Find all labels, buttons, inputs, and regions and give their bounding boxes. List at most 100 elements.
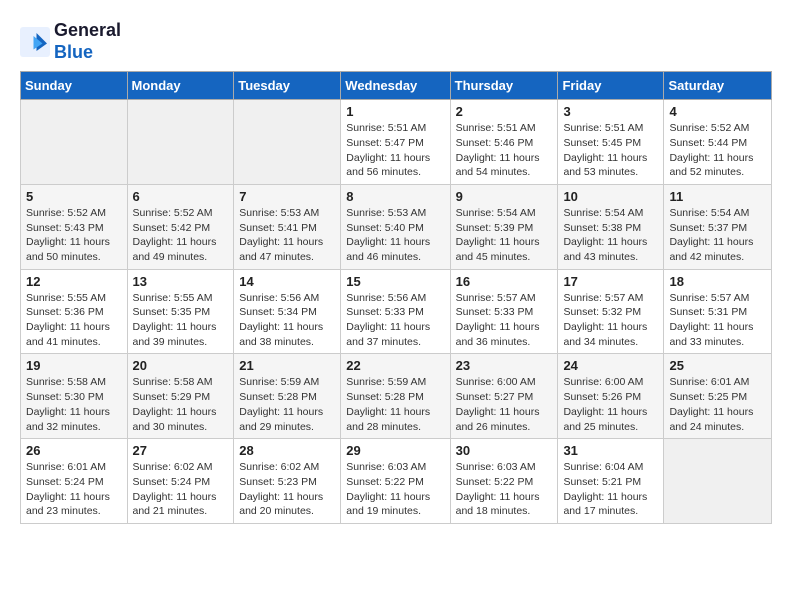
day-number: 25 <box>669 358 766 373</box>
calendar-cell: 24 Sunrise: 6:00 AM Sunset: 5:26 PM Dayli… <box>558 354 664 439</box>
calendar-cell: 20Sunrise: 5:58 AM Sunset: 5:29 PM Dayli… <box>127 354 234 439</box>
calendar-week: 5Sunrise: 5:52 AM Sunset: 5:43 PM Daylig… <box>21 184 772 269</box>
day-number: 22 <box>346 358 444 373</box>
calendar-cell: 27 Sunrise: 6:02 AM Sunset: 5:24 PM Dayli… <box>127 439 234 524</box>
calendar-cell: 22 Sunrise: 5:59 AM Sunset: 5:28 PM Dayli… <box>341 354 450 439</box>
weekday-header: Saturday <box>664 72 772 100</box>
day-info: Sunrise: 6:03 AM Sunset: 5:22 PM Dayligh… <box>346 460 444 519</box>
day-number: 10 <box>563 189 658 204</box>
calendar-cell: 18Sunrise: 5:57 AM Sunset: 5:31 PM Dayli… <box>664 269 772 354</box>
day-info: Sunrise: 5:52 AM Sunset: 5:42 PM Dayligh… <box>133 206 229 265</box>
day-number: 30 <box>456 443 553 458</box>
calendar-cell: 30Sunrise: 6:03 AM Sunset: 5:22 PM Dayli… <box>450 439 558 524</box>
day-info: Sunrise: 5:55 AM Sunset: 5:36 PM Dayligh… <box>26 291 122 350</box>
day-info: Sunrise: 5:57 AM Sunset: 5:32 PM Dayligh… <box>563 291 658 350</box>
day-info: Sunrise: 5:54 AM Sunset: 5:39 PM Dayligh… <box>456 206 553 265</box>
day-number: 24 <box>563 358 658 373</box>
calendar-cell: 2 Sunrise: 5:51 AM Sunset: 5:46 PM Daylig… <box>450 100 558 185</box>
day-number: 6 <box>133 189 229 204</box>
weekday-header: Sunday <box>21 72 128 100</box>
calendar-cell: 11Sunrise: 5:54 AM Sunset: 5:37 PM Dayli… <box>664 184 772 269</box>
day-number: 21 <box>239 358 335 373</box>
day-info: Sunrise: 5:54 AM Sunset: 5:38 PM Dayligh… <box>563 206 658 265</box>
day-number: 9 <box>456 189 553 204</box>
day-info: Sunrise: 5:53 AM Sunset: 5:40 PM Dayligh… <box>346 206 444 265</box>
calendar-cell: 31 Sunrise: 6:04 AM Sunset: 5:21 PM Dayli… <box>558 439 664 524</box>
calendar-cell: 6 Sunrise: 5:52 AM Sunset: 5:42 PM Daylig… <box>127 184 234 269</box>
calendar-cell: 25 Sunrise: 6:01 AM Sunset: 5:25 PM Dayli… <box>664 354 772 439</box>
calendar-cell: 7 Sunrise: 5:53 AM Sunset: 5:41 PM Daylig… <box>234 184 341 269</box>
calendar-cell <box>234 100 341 185</box>
day-info: Sunrise: 6:00 AM Sunset: 5:27 PM Dayligh… <box>456 375 553 434</box>
day-info: Sunrise: 6:00 AM Sunset: 5:26 PM Dayligh… <box>563 375 658 434</box>
day-info: Sunrise: 6:01 AM Sunset: 5:25 PM Dayligh… <box>669 375 766 434</box>
calendar-body: 1 Sunrise: 5:51 AM Sunset: 5:47 PM Daylig… <box>21 100 772 524</box>
day-info: Sunrise: 5:59 AM Sunset: 5:28 PM Dayligh… <box>346 375 444 434</box>
calendar-cell: 10 Sunrise: 5:54 AM Sunset: 5:38 PM Dayli… <box>558 184 664 269</box>
day-number: 1 <box>346 104 444 119</box>
day-info: Sunrise: 5:52 AM Sunset: 5:43 PM Dayligh… <box>26 206 122 265</box>
day-info: Sunrise: 6:01 AM Sunset: 5:24 PM Dayligh… <box>26 460 122 519</box>
weekday-header: Thursday <box>450 72 558 100</box>
calendar-cell: 5Sunrise: 5:52 AM Sunset: 5:43 PM Daylig… <box>21 184 128 269</box>
day-number: 8 <box>346 189 444 204</box>
day-info: Sunrise: 5:57 AM Sunset: 5:33 PM Dayligh… <box>456 291 553 350</box>
calendar-cell: 3Sunrise: 5:51 AM Sunset: 5:45 PM Daylig… <box>558 100 664 185</box>
day-info: Sunrise: 5:53 AM Sunset: 5:41 PM Dayligh… <box>239 206 335 265</box>
day-number: 19 <box>26 358 122 373</box>
day-number: 18 <box>669 274 766 289</box>
day-number: 4 <box>669 104 766 119</box>
calendar-cell: 14 Sunrise: 5:56 AM Sunset: 5:34 PM Dayli… <box>234 269 341 354</box>
calendar-cell: 8 Sunrise: 5:53 AM Sunset: 5:40 PM Daylig… <box>341 184 450 269</box>
page: General Blue SundayMondayTuesdayWednesda… <box>0 0 792 534</box>
day-number: 27 <box>133 443 229 458</box>
calendar-cell: 1 Sunrise: 5:51 AM Sunset: 5:47 PM Daylig… <box>341 100 450 185</box>
day-info: Sunrise: 5:52 AM Sunset: 5:44 PM Dayligh… <box>669 121 766 180</box>
day-info: Sunrise: 6:02 AM Sunset: 5:24 PM Dayligh… <box>133 460 229 519</box>
day-number: 15 <box>346 274 444 289</box>
calendar-cell: 15 Sunrise: 5:56 AM Sunset: 5:33 PM Dayli… <box>341 269 450 354</box>
day-info: Sunrise: 5:56 AM Sunset: 5:33 PM Dayligh… <box>346 291 444 350</box>
header: General Blue <box>20 20 772 63</box>
weekday-header: Wednesday <box>341 72 450 100</box>
calendar-cell: 21 Sunrise: 5:59 AM Sunset: 5:28 PM Dayli… <box>234 354 341 439</box>
day-number: 29 <box>346 443 444 458</box>
day-number: 12 <box>26 274 122 289</box>
day-info: Sunrise: 5:56 AM Sunset: 5:34 PM Dayligh… <box>239 291 335 350</box>
calendar-cell <box>127 100 234 185</box>
calendar-cell: 23 Sunrise: 6:00 AM Sunset: 5:27 PM Dayli… <box>450 354 558 439</box>
calendar-cell: 17Sunrise: 5:57 AM Sunset: 5:32 PM Dayli… <box>558 269 664 354</box>
day-info: Sunrise: 5:55 AM Sunset: 5:35 PM Dayligh… <box>133 291 229 350</box>
day-info: Sunrise: 6:02 AM Sunset: 5:23 PM Dayligh… <box>239 460 335 519</box>
weekday-row: SundayMondayTuesdayWednesdayThursdayFrid… <box>21 72 772 100</box>
calendar-cell <box>21 100 128 185</box>
calendar-cell: 12 Sunrise: 5:55 AM Sunset: 5:36 PM Dayli… <box>21 269 128 354</box>
day-info: Sunrise: 5:59 AM Sunset: 5:28 PM Dayligh… <box>239 375 335 434</box>
day-number: 2 <box>456 104 553 119</box>
calendar-cell: 19 Sunrise: 5:58 AM Sunset: 5:30 PM Dayli… <box>21 354 128 439</box>
day-info: Sunrise: 5:58 AM Sunset: 5:29 PM Dayligh… <box>133 375 229 434</box>
calendar-cell: 13 Sunrise: 5:55 AM Sunset: 5:35 PM Dayli… <box>127 269 234 354</box>
day-info: Sunrise: 5:54 AM Sunset: 5:37 PM Dayligh… <box>669 206 766 265</box>
calendar-week: 26Sunrise: 6:01 AM Sunset: 5:24 PM Dayli… <box>21 439 772 524</box>
day-number: 31 <box>563 443 658 458</box>
calendar-cell: 16Sunrise: 5:57 AM Sunset: 5:33 PM Dayli… <box>450 269 558 354</box>
day-number: 7 <box>239 189 335 204</box>
weekday-header: Monday <box>127 72 234 100</box>
logo-icon <box>20 27 50 57</box>
calendar-header: SundayMondayTuesdayWednesdayThursdayFrid… <box>21 72 772 100</box>
day-number: 13 <box>133 274 229 289</box>
day-number: 23 <box>456 358 553 373</box>
day-info: Sunrise: 5:51 AM Sunset: 5:45 PM Dayligh… <box>563 121 658 180</box>
calendar-cell: 4 Sunrise: 5:52 AM Sunset: 5:44 PM Daylig… <box>664 100 772 185</box>
day-info: Sunrise: 5:51 AM Sunset: 5:46 PM Dayligh… <box>456 121 553 180</box>
day-info: Sunrise: 6:04 AM Sunset: 5:21 PM Dayligh… <box>563 460 658 519</box>
day-info: Sunrise: 5:58 AM Sunset: 5:30 PM Dayligh… <box>26 375 122 434</box>
calendar-cell: 9 Sunrise: 5:54 AM Sunset: 5:39 PM Daylig… <box>450 184 558 269</box>
day-number: 14 <box>239 274 335 289</box>
calendar-cell <box>664 439 772 524</box>
day-info: Sunrise: 5:51 AM Sunset: 5:47 PM Dayligh… <box>346 121 444 180</box>
calendar-week: 12 Sunrise: 5:55 AM Sunset: 5:36 PM Dayli… <box>21 269 772 354</box>
weekday-header: Friday <box>558 72 664 100</box>
logo-text: General Blue <box>54 20 121 63</box>
